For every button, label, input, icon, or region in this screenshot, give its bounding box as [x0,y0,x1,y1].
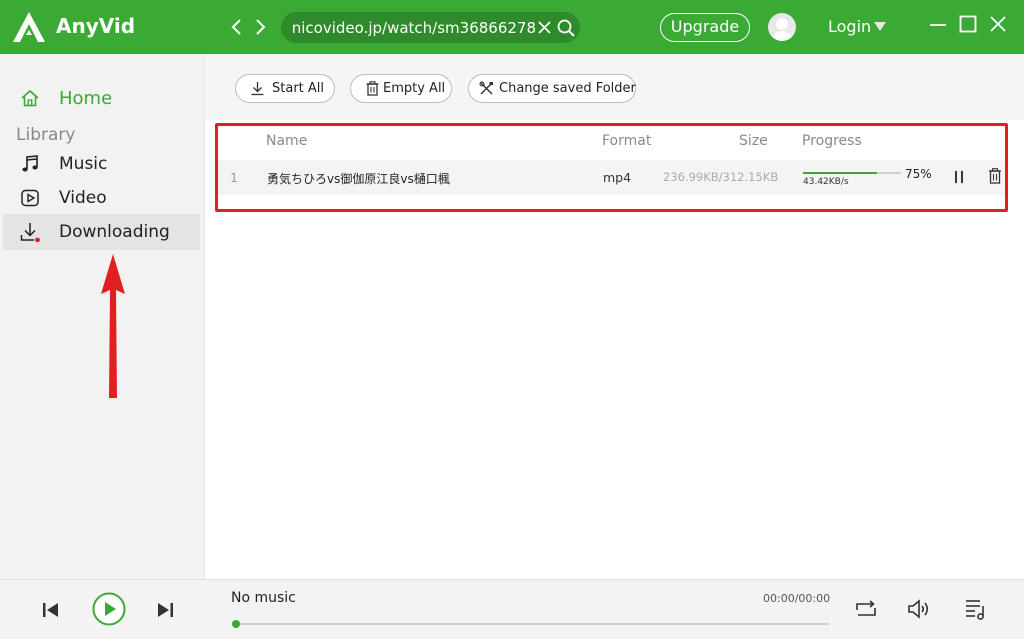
playback-knob[interactable] [232,620,240,628]
upgrade-button[interactable]: Upgrade [660,13,750,42]
download-icon [251,82,264,96]
start-all-button[interactable]: Start All [235,74,335,103]
next-track-icon[interactable] [157,601,174,619]
change-saved-folder-label: Change saved Folder [499,81,636,96]
avatar[interactable] [768,13,796,41]
annotation-highlight-box [215,123,1008,212]
start-all-label: Start All [272,81,325,96]
app-name: AnyVid [56,14,136,38]
back-arrow-icon[interactable] [229,17,245,37]
repeat-icon[interactable] [854,598,878,620]
change-saved-folder-button[interactable]: Change saved Folder [468,74,636,103]
previous-track-icon[interactable] [42,601,59,619]
playlist-icon[interactable] [964,597,988,621]
url-bar[interactable]: https://www.nicovideo.jp/watch/sm3686627… [281,12,580,43]
sidebar-item-video[interactable]: Video [3,180,200,216]
play-icon[interactable] [92,592,126,626]
home-label: Home [59,88,113,109]
library-heading: Library [16,125,76,145]
maximize-icon[interactable] [958,14,978,34]
minimize-icon[interactable] [928,14,948,34]
now-playing-title: No music [231,590,296,606]
sidebar-item-label: Video [59,188,107,208]
download-icon [20,223,40,242]
close-icon[interactable] [988,14,1008,34]
music-note-icon [22,155,38,172]
playback-progress-slider[interactable] [232,620,829,628]
sidebar-item-label: Music [59,154,108,174]
home-icon [21,89,39,107]
search-icon[interactable] [557,19,575,37]
player-bar: No music 00:00/00:00 [0,579,1024,639]
title-bar: AnyVid https://www.nicovideo.jp/watch/sm… [0,0,1024,54]
app-window: AnyVid https://www.nicovideo.jp/watch/sm… [0,0,1024,639]
empty-all-label: Empty All [383,81,446,96]
toolbar: Start All Empty All Change saved Folder [205,54,1024,120]
playback-time: 00:00/00:00 [763,592,831,605]
volume-icon[interactable] [907,598,933,620]
clear-icon[interactable] [537,20,552,35]
sidebar-item-home[interactable]: Home [3,80,200,116]
sidebar-item-downloading[interactable]: Downloading [3,214,200,250]
sidebar-item-label: Downloading [59,222,170,242]
anyvid-logo-icon [13,12,45,42]
forward-arrow-icon[interactable] [252,17,268,37]
trash-icon [366,81,379,96]
user-icon [772,18,792,41]
notification-dot [35,237,40,242]
login-label: Login [828,17,872,36]
empty-all-button[interactable]: Empty All [350,74,452,103]
video-play-icon [21,189,39,207]
tools-icon [479,81,493,95]
caret-down-icon [874,22,887,31]
annotation-arrow-icon [101,254,125,398]
url-input[interactable]: https://www.nicovideo.jp/watch/sm3686627… [291,19,536,37]
login-menu[interactable]: Login [828,17,887,36]
sidebar-item-music[interactable]: Music [3,146,200,182]
